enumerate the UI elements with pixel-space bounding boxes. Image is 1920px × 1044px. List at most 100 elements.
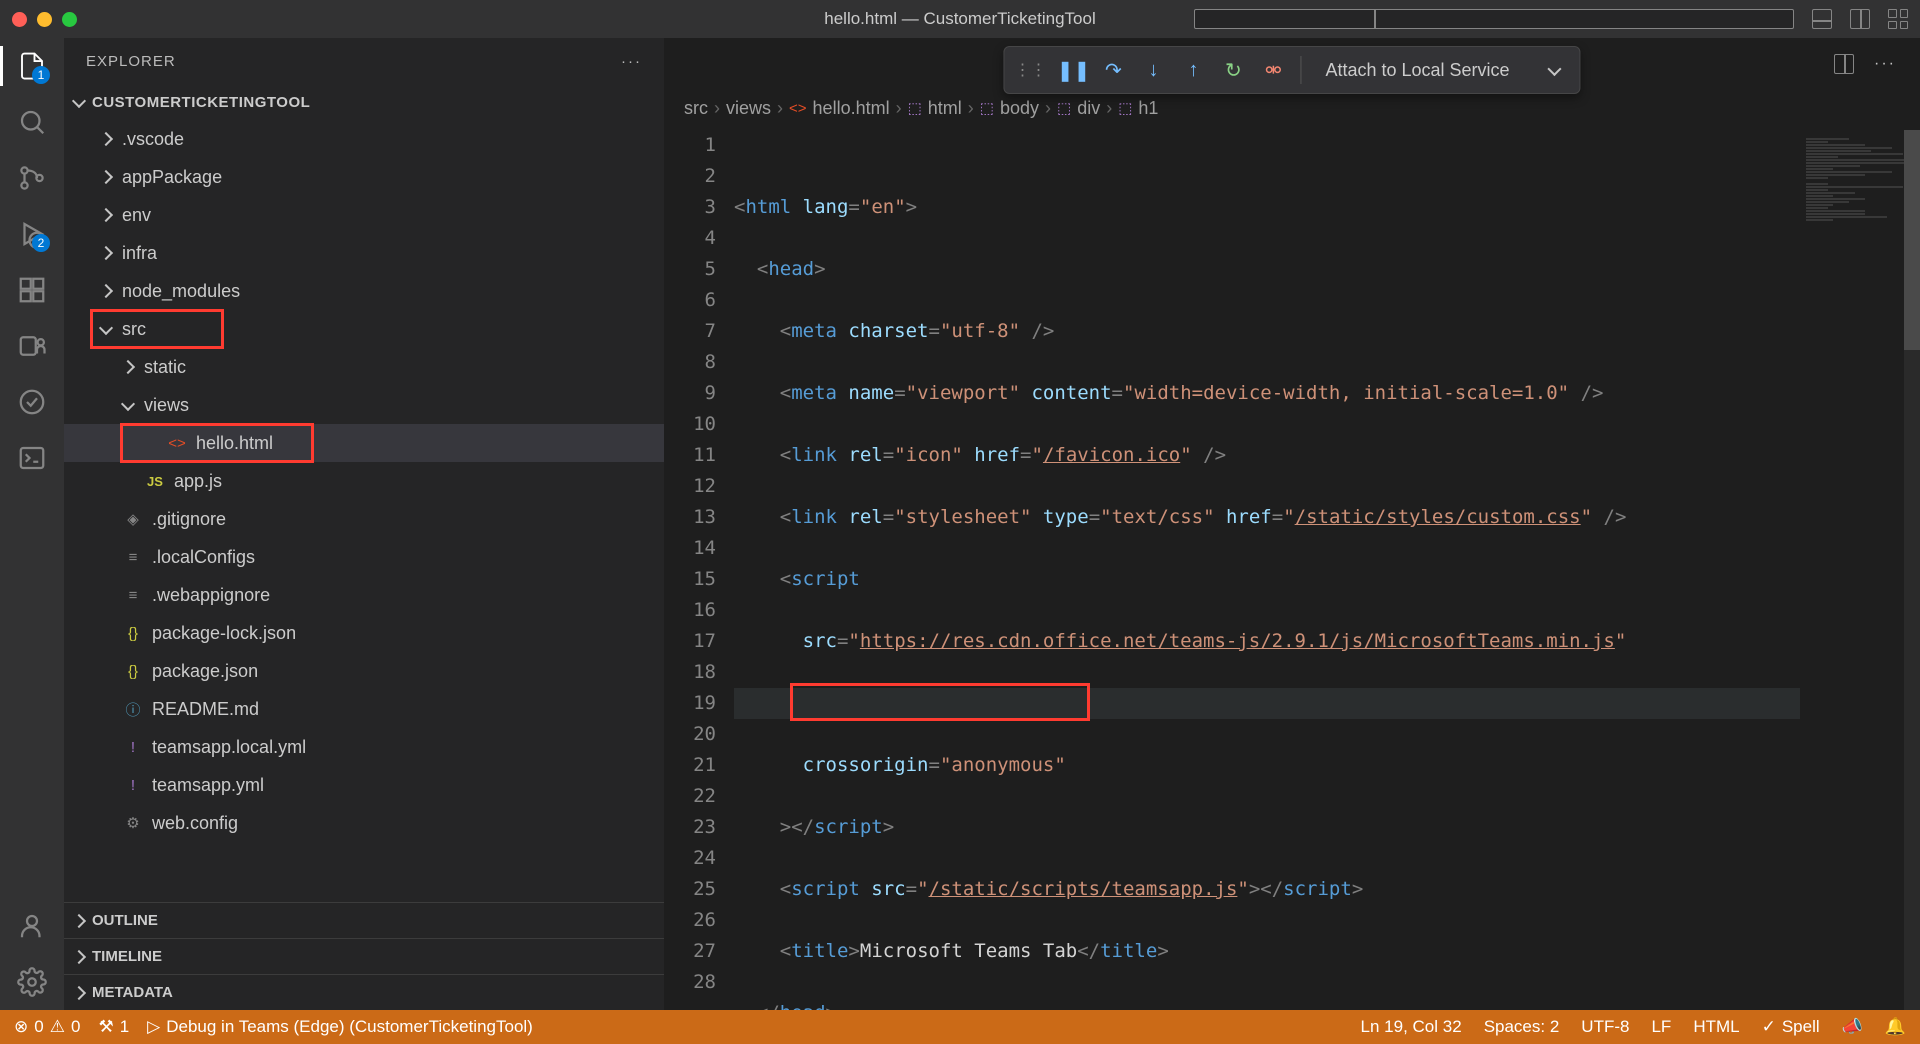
customize-layout-icon[interactable] bbox=[1888, 9, 1908, 29]
file-teamsapp[interactable]: !teamsapp.yml bbox=[64, 766, 664, 804]
debug-toolbar[interactable]: ⋮⋮ ❚❚ ↷ ↓ ↑ ↻ ⚮ Attach to Local Service bbox=[1003, 46, 1580, 94]
status-eol[interactable]: LF bbox=[1651, 1017, 1671, 1037]
gear-icon: ⚙ bbox=[122, 814, 144, 832]
folder-static[interactable]: static bbox=[64, 348, 664, 386]
titlebar: hello.html — CustomerTicketingTool bbox=[0, 0, 1920, 38]
project-header[interactable]: CUSTOMERTICKETINGTOOL bbox=[64, 84, 664, 120]
teams-toolkit-icon[interactable] bbox=[16, 330, 48, 362]
explorer-icon[interactable]: 1 bbox=[16, 50, 48, 82]
toggle-secondary-sidebar-icon[interactable] bbox=[1850, 9, 1870, 29]
breadcrumb-item[interactable]: src bbox=[684, 98, 708, 119]
sidebar-title: EXPLORER bbox=[86, 53, 176, 70]
search-icon[interactable] bbox=[16, 106, 48, 138]
folder-vscode[interactable]: .vscode bbox=[64, 120, 664, 158]
js-file-icon: JS bbox=[144, 474, 166, 489]
toggle-panel-icon[interactable] bbox=[1812, 9, 1832, 29]
file-package-lock[interactable]: {}package-lock.json bbox=[64, 614, 664, 652]
feedback-icon: 📣 bbox=[1842, 1017, 1863, 1037]
code-content[interactable]: <html lang="en"> <head> <meta charset="u… bbox=[734, 130, 1800, 1010]
step-out-icon[interactable]: ↑ bbox=[1180, 57, 1206, 83]
chevron-right-icon bbox=[99, 170, 113, 184]
warning-icon: ⚠ bbox=[50, 1017, 65, 1037]
file-hello-html[interactable]: <>hello.html bbox=[64, 424, 664, 462]
file-package-json[interactable]: {}package.json bbox=[64, 652, 664, 690]
pause-icon[interactable]: ❚❚ bbox=[1060, 57, 1086, 83]
folder-appPackage[interactable]: appPackage bbox=[64, 158, 664, 196]
status-feedback[interactable]: 📣 bbox=[1842, 1017, 1863, 1037]
step-over-icon[interactable]: ↷ bbox=[1100, 57, 1126, 83]
yaml-file-icon: ! bbox=[122, 777, 144, 794]
breadcrumb-item[interactable]: ⬚h1 bbox=[1118, 98, 1158, 119]
accounts-icon[interactable] bbox=[16, 910, 48, 942]
explorer-badge: 1 bbox=[32, 66, 50, 84]
status-notifications[interactable]: 🔔 bbox=[1885, 1017, 1906, 1037]
chevron-down-icon bbox=[1547, 61, 1561, 75]
file-teamsapp-local[interactable]: !teamsapp.local.yml bbox=[64, 728, 664, 766]
config-file-icon: ≡ bbox=[122, 549, 144, 566]
breadcrumb-item[interactable]: <>hello.html bbox=[789, 98, 890, 119]
more-actions-icon[interactable]: ··· bbox=[1874, 55, 1896, 73]
maximize-window[interactable] bbox=[62, 12, 77, 27]
scrollbar[interactable] bbox=[1904, 130, 1920, 1010]
more-icon[interactable]: ··· bbox=[621, 53, 642, 70]
editor-actions: ··· bbox=[1834, 54, 1896, 74]
yaml-file-icon: ! bbox=[122, 739, 144, 756]
timeline-section[interactable]: TIMELINE bbox=[64, 938, 664, 974]
source-control-icon[interactable] bbox=[16, 162, 48, 194]
folder-env[interactable]: env bbox=[64, 196, 664, 234]
restart-icon[interactable]: ↻ bbox=[1220, 57, 1246, 83]
status-encoding[interactable]: UTF-8 bbox=[1581, 1017, 1629, 1037]
tools-icon: ⚒ bbox=[98, 1017, 113, 1037]
close-window[interactable] bbox=[12, 12, 27, 27]
sidebar-header: EXPLORER ··· bbox=[64, 38, 664, 84]
status-problems[interactable]: ⊗0⚠0 bbox=[14, 1017, 80, 1037]
file-gitignore[interactable]: ◈.gitignore bbox=[64, 500, 664, 538]
file-webappignore[interactable]: ≡.webappignore bbox=[64, 576, 664, 614]
minimap[interactable] bbox=[1800, 130, 1920, 1010]
extensions-icon[interactable] bbox=[16, 274, 48, 306]
file-readme[interactable]: ⓘREADME.md bbox=[64, 690, 664, 728]
split-editor-icon[interactable] bbox=[1834, 54, 1854, 74]
folder-infra[interactable]: infra bbox=[64, 234, 664, 272]
breadcrumb-item[interactable]: ⬚div bbox=[1057, 98, 1100, 119]
disconnect-icon[interactable]: ⚮ bbox=[1260, 57, 1286, 83]
file-localconfigs[interactable]: ≡.localConfigs bbox=[64, 538, 664, 576]
terminal-icon[interactable] bbox=[16, 442, 48, 474]
activity-bar: 1 2 bbox=[0, 38, 64, 1010]
status-spell[interactable]: ✓Spell bbox=[1762, 1017, 1820, 1037]
metadata-section[interactable]: METADATA bbox=[64, 974, 664, 1010]
statusbar: ⊗0⚠0 ⚒1 ▷Debug in Teams (Edge) (Customer… bbox=[0, 1010, 1920, 1044]
folder-node-modules[interactable]: node_modules bbox=[64, 272, 664, 310]
breadcrumb-item[interactable]: ⬚html bbox=[908, 98, 962, 119]
breadcrumb-item[interactable]: ⬚body bbox=[980, 98, 1039, 119]
folder-views[interactable]: views bbox=[64, 386, 664, 424]
status-cursor[interactable]: Ln 19, Col 32 bbox=[1361, 1017, 1462, 1037]
element-icon: ⬚ bbox=[980, 99, 994, 117]
settings-icon[interactable] bbox=[16, 966, 48, 998]
status-spaces[interactable]: Spaces: 2 bbox=[1484, 1017, 1560, 1037]
chevron-down-icon bbox=[121, 396, 135, 410]
folder-src[interactable]: src bbox=[64, 310, 664, 348]
file-webconfig[interactable]: ⚙web.config bbox=[64, 804, 664, 842]
status-ports[interactable]: ⚒1 bbox=[98, 1017, 129, 1037]
file-tree: .vscode appPackage env infra node_module… bbox=[64, 120, 664, 902]
breadcrumb-item[interactable]: views bbox=[726, 98, 771, 119]
html-file-icon: <> bbox=[166, 435, 188, 452]
window-controls bbox=[12, 12, 77, 27]
editor: ⋮⋮ ❚❚ ↷ ↓ ↑ ↻ ⚮ Attach to Local Service … bbox=[664, 38, 1920, 1010]
testing-icon[interactable] bbox=[16, 386, 48, 418]
run-debug-icon[interactable]: 2 bbox=[16, 218, 48, 250]
debug-config-select[interactable]: Attach to Local Service bbox=[1315, 60, 1569, 81]
step-into-icon[interactable]: ↓ bbox=[1140, 57, 1166, 83]
element-icon: ⬚ bbox=[1118, 99, 1132, 117]
drag-handle-icon[interactable]: ⋮⋮ bbox=[1014, 60, 1046, 80]
toggle-primary-sidebar-icon[interactable] bbox=[1194, 9, 1794, 29]
status-debug[interactable]: ▷Debug in Teams (Edge) (CustomerTicketin… bbox=[147, 1017, 533, 1037]
info-file-icon: ⓘ bbox=[122, 699, 144, 720]
outline-section[interactable]: OUTLINE bbox=[64, 902, 664, 938]
minimize-window[interactable] bbox=[37, 12, 52, 27]
file-app-js[interactable]: JSapp.js bbox=[64, 462, 664, 500]
code-editor[interactable]: 1234567891011121314151617181920212223242… bbox=[664, 130, 1920, 1010]
status-language[interactable]: HTML bbox=[1693, 1017, 1739, 1037]
ignore-file-icon: ◈ bbox=[122, 510, 144, 528]
